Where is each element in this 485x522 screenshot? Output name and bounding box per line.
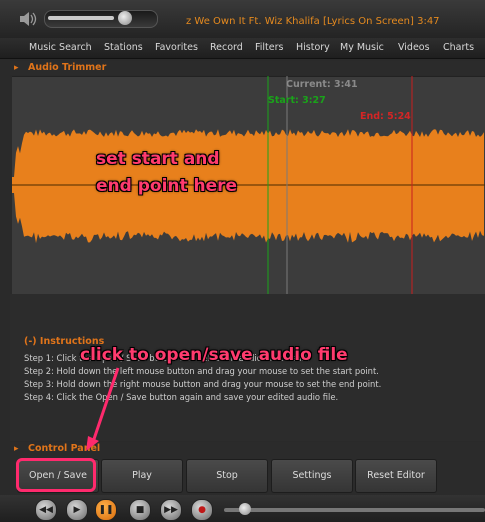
annotation-arrow [86,367,120,451]
